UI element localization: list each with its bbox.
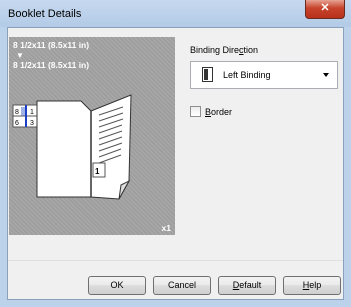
default-suffix: efault [239,280,262,290]
title-bar[interactable]: Booklet Details ✕ [0,0,351,27]
left-binding-icon [202,67,213,82]
booklet-preview-panel: 8 1/2x11 (8.5x11 in) ▼ 8 1/2x11 (8.5x11 … [9,37,175,235]
cancel-button[interactable]: Cancel [153,276,211,295]
dialog-client-area: 8 1/2x11 (8.5x11 in) ▼ 8 1/2x11 (8.5x11 … [7,27,344,300]
ok-button[interactable]: OK [88,276,146,295]
border-label[interactable]: Border [205,107,232,117]
default-button[interactable]: Default [218,276,276,295]
border-label-suffix: order [211,107,233,117]
close-icon: ✕ [320,2,330,14]
page-label-8: 8 [15,109,19,116]
binding-direction-select[interactable]: Left Binding [190,61,338,89]
binding-direction-label: Binding Direction [190,45,258,55]
help-suffix: elp [309,280,322,290]
binding-label-prefix: Binding Dire [190,45,240,55]
binding-label-suffix: tion [243,45,259,55]
window-title: Booklet Details [8,8,82,20]
booklet-illustration: 8 1 6 3 1 [12,94,132,200]
help-button[interactable]: Help [283,276,341,295]
booklet-left-page [36,100,92,198]
copies-indicator: x1 [161,223,171,233]
border-checkbox[interactable] [190,106,201,117]
page-label-6: 6 [15,120,19,127]
binding-direction-value: Left Binding [223,70,271,80]
page-label-1: 1 [30,109,34,116]
booklet-details-dialog: Booklet Details ✕ 8 1/2x11 (8.5x11 in) ▼… [0,0,351,307]
close-button[interactable]: ✕ [305,0,345,19]
divider [8,260,343,261]
chevron-down-icon[interactable] [323,73,329,77]
booklet-page-number: 1 [95,167,100,176]
page-label-3: 3 [30,120,34,127]
